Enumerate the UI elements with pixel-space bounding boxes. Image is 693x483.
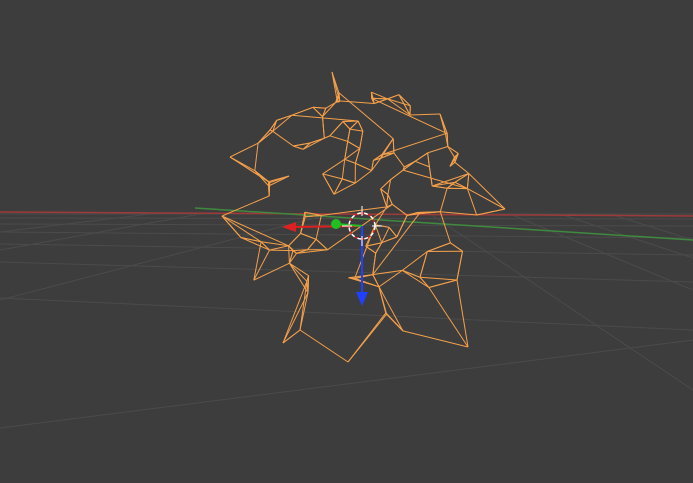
mesh-edge xyxy=(447,146,459,154)
mesh-edge xyxy=(347,312,387,363)
mesh-edge xyxy=(299,329,349,363)
mesh-edge xyxy=(288,233,301,247)
mesh-edge xyxy=(291,106,314,116)
mesh-edge xyxy=(344,158,356,164)
gizmo-y-head[interactable] xyxy=(331,219,341,229)
mesh-edge xyxy=(312,106,323,117)
mesh-edge xyxy=(371,97,448,135)
viewport-canvas[interactable] xyxy=(0,0,693,483)
mesh-edge xyxy=(322,158,345,175)
mesh-edge xyxy=(329,121,344,137)
mesh-edge xyxy=(331,71,341,102)
mesh-edge xyxy=(439,188,448,212)
mesh-edge xyxy=(322,173,343,180)
mesh-edge xyxy=(322,102,337,117)
mesh-edge xyxy=(288,262,309,293)
mesh-edge xyxy=(466,173,470,189)
mesh-edge xyxy=(269,249,294,252)
mesh-edge xyxy=(378,286,387,314)
mesh-edge xyxy=(337,100,375,104)
mesh-edge xyxy=(456,279,469,348)
mesh-edge xyxy=(349,120,359,130)
mesh-edge xyxy=(229,156,270,184)
mesh-edge xyxy=(404,160,416,168)
grid-line xyxy=(0,213,331,301)
mesh-edge xyxy=(322,173,335,195)
gizmo-z-head[interactable] xyxy=(356,292,368,306)
mesh-edge xyxy=(307,275,310,293)
mesh-edge xyxy=(387,194,393,205)
mesh-edge xyxy=(427,152,430,167)
mesh-edge xyxy=(432,185,448,189)
mesh-edge xyxy=(402,330,469,348)
wireframe-mesh[interactable] xyxy=(221,71,506,363)
mesh-edge xyxy=(322,116,325,139)
mesh-edge xyxy=(378,286,404,332)
mesh-edge xyxy=(257,130,274,144)
transform-gizmo[interactable] xyxy=(282,219,368,306)
mesh-edge xyxy=(419,276,458,281)
mesh-edge xyxy=(347,140,361,149)
mesh-edge xyxy=(447,146,455,158)
mesh-edge xyxy=(427,146,448,154)
mesh-edge xyxy=(329,135,348,142)
mesh-edge xyxy=(272,130,294,147)
grid-line xyxy=(0,243,693,256)
mesh-edge xyxy=(417,211,441,213)
mesh-edge xyxy=(387,94,400,100)
mesh-edge xyxy=(315,238,328,251)
mesh-edge xyxy=(355,162,372,172)
mesh-edge xyxy=(428,166,433,187)
floor-grid xyxy=(0,213,693,429)
mesh-edge xyxy=(312,106,326,109)
mesh-edge xyxy=(349,128,363,132)
mesh-edge xyxy=(409,113,441,116)
mesh-edge xyxy=(372,213,420,275)
mesh-edge xyxy=(419,251,428,278)
mesh-edge xyxy=(347,129,351,142)
mesh-edge xyxy=(468,173,506,210)
mesh-edge xyxy=(268,181,270,197)
mesh-edge xyxy=(229,142,259,158)
mesh-edge xyxy=(439,211,451,244)
grid-line xyxy=(0,261,693,283)
grid-line xyxy=(0,297,693,331)
mesh-edge xyxy=(354,170,372,184)
mesh-edge xyxy=(342,178,356,184)
mesh-edge xyxy=(414,160,430,168)
mesh-edge xyxy=(307,238,317,251)
mesh-edge xyxy=(386,194,389,207)
mesh-edge xyxy=(402,269,430,288)
mesh-edge xyxy=(428,287,469,348)
mesh-edge xyxy=(450,242,463,252)
mesh-edge xyxy=(414,152,428,162)
mesh-edge xyxy=(342,121,351,130)
mesh-edge xyxy=(276,114,293,121)
mesh-edge xyxy=(344,141,349,160)
grid-line xyxy=(0,213,151,233)
mesh-edge xyxy=(221,215,289,247)
mesh-edge xyxy=(324,135,331,139)
mesh-edge xyxy=(341,159,346,179)
mesh-edge xyxy=(357,120,364,132)
mesh-edge xyxy=(359,131,364,149)
mesh-edge xyxy=(446,133,449,147)
grid-line xyxy=(429,213,693,391)
mesh-edge xyxy=(293,145,304,150)
mesh-edge xyxy=(390,169,404,180)
mesh-edge xyxy=(374,224,383,243)
mesh-edge xyxy=(401,251,428,271)
mesh-edge xyxy=(428,279,458,288)
gizmo-x-head[interactable] xyxy=(282,222,296,232)
mesh-edge xyxy=(427,242,451,252)
grid-line xyxy=(0,339,693,429)
mesh-edge xyxy=(291,114,359,122)
3d-viewport[interactable] xyxy=(0,0,693,483)
mesh-edge xyxy=(254,170,270,187)
mesh-edge xyxy=(253,262,290,281)
mesh-edge xyxy=(454,161,470,174)
mesh-edge xyxy=(393,152,405,168)
mesh-edge xyxy=(254,143,259,171)
mesh-edge xyxy=(289,262,308,282)
